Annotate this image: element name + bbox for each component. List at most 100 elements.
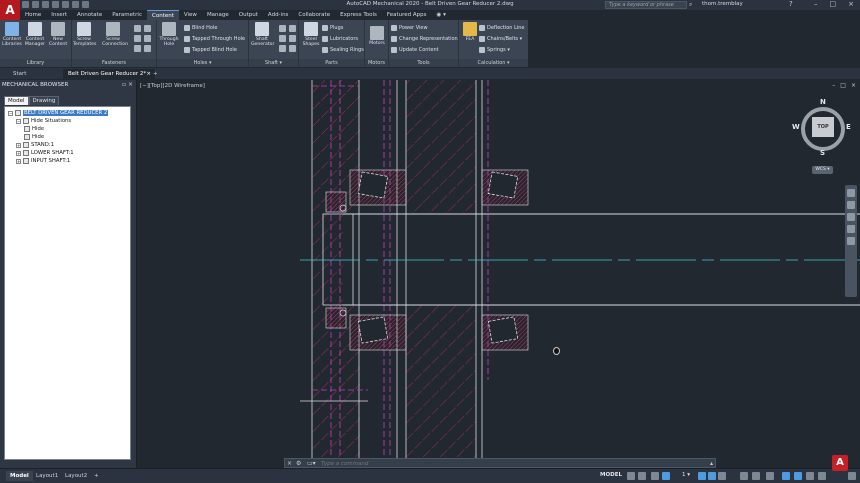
pin-icon[interactable] <box>144 35 151 42</box>
command-prompt-icon[interactable]: ▭▾ <box>307 460 316 468</box>
collapse-icon[interactable]: − <box>16 118 21 124</box>
grid-icon[interactable] <box>627 472 635 480</box>
tree-node[interactable]: Hide <box>24 125 44 133</box>
ribbon-tab-annotate[interactable]: Annotate <box>72 10 107 20</box>
tree-node[interactable]: Hide <box>24 133 44 141</box>
panel-title-fasteners[interactable]: Fasteners <box>72 59 156 67</box>
ribbon-tab-output[interactable]: Output <box>234 10 263 20</box>
stud-icon[interactable] <box>144 45 151 52</box>
polar-icon[interactable] <box>662 472 670 480</box>
shaft-tool-icon[interactable] <box>289 25 296 32</box>
expand-icon[interactable]: + <box>16 142 21 148</box>
sealing-rings-button[interactable]: Sealing Rings <box>322 45 364 55</box>
shaft-tool-icon[interactable] <box>279 35 286 42</box>
chains-belts-button[interactable]: Chains/Belts ▾ <box>479 34 522 44</box>
bolt-icon[interactable] <box>134 35 141 42</box>
restore-icon[interactable]: □ <box>840 82 846 89</box>
screw-connection-button[interactable]: Screw Connection <box>102 22 128 47</box>
customize-menu-icon[interactable] <box>848 472 856 480</box>
snap-icon[interactable] <box>638 472 646 480</box>
compass-east[interactable]: E <box>846 123 851 131</box>
minimize-icon[interactable]: – <box>814 0 818 8</box>
viewcube-top-face[interactable]: TOP <box>812 117 834 137</box>
tab-drawing[interactable]: Belt Driven Gear Reducer 2* × <box>63 69 155 79</box>
panel-title-holes[interactable]: Holes ▾ <box>157 59 248 67</box>
plugs-button[interactable]: Plugs <box>322 23 343 33</box>
steel-shapes-button[interactable]: Steel Shapes <box>300 22 322 47</box>
units-icon[interactable] <box>766 472 774 480</box>
shaft-tool-icon[interactable] <box>279 25 286 32</box>
ribbon-tab-home[interactable]: Home <box>20 10 46 20</box>
tree-node[interactable]: − BELT DRIVEN GEAR REDUCER 2 <box>8 109 109 117</box>
expand-icon[interactable]: + <box>16 158 21 164</box>
through-hole-button[interactable]: Through Hole <box>158 22 180 47</box>
update-content-button[interactable]: Update Content <box>391 45 439 55</box>
osnap-icon[interactable] <box>698 472 706 480</box>
pan-icon[interactable] <box>847 201 855 209</box>
ribbon-tab-featured-apps[interactable]: Featured Apps <box>382 10 432 20</box>
options-icon[interactable]: ▫ <box>122 81 126 88</box>
deflection-line-button[interactable]: Deflection Line <box>479 23 525 33</box>
viewcube[interactable]: TOP N S E W <box>792 98 851 160</box>
compass-north[interactable]: N <box>820 98 826 106</box>
command-input[interactable] <box>321 459 701 468</box>
ribbon-tab-content[interactable]: Content <box>147 10 179 20</box>
user-account[interactable]: thom.tremblay <box>702 1 743 7</box>
ribbon-tab-view[interactable]: View <box>179 10 202 20</box>
collapse-icon[interactable]: − <box>8 110 13 116</box>
shaft-tool-icon[interactable] <box>289 35 296 42</box>
add-tab-button[interactable]: + <box>148 69 163 79</box>
lineweight-icon[interactable] <box>718 472 726 480</box>
hardware-accel-icon[interactable] <box>794 472 802 480</box>
panel-title-library[interactable]: Library <box>0 59 71 67</box>
ribbon-tab-collaborate[interactable]: Collaborate <box>293 10 335 20</box>
ribbon-tab-express-tools[interactable]: Express Tools <box>335 10 382 20</box>
help-icon[interactable]: ? <box>789 0 793 8</box>
tree-node[interactable]: + INPUT SHAFT:1 <box>16 157 70 165</box>
close-icon[interactable]: × <box>848 0 854 8</box>
nut-icon[interactable] <box>134 25 141 32</box>
annotation-scale[interactable]: 1 ▾ <box>682 472 690 478</box>
steering-wheel-icon[interactable] <box>847 189 855 197</box>
ortho-icon[interactable] <box>651 472 659 480</box>
browser-tree[interactable]: − BELT DRIVEN GEAR REDUCER 2− Hide Situati… <box>4 106 131 460</box>
screw-templates-button[interactable]: Screw Templates <box>73 22 96 47</box>
tab-start[interactable]: Start <box>8 69 31 79</box>
minimize-icon[interactable]: – <box>832 82 835 89</box>
lubricators-button[interactable]: Lubricators <box>322 34 358 44</box>
blind-hole-button[interactable]: Blind Hole <box>184 23 217 33</box>
panel-title-tools[interactable]: Tools <box>389 59 458 67</box>
wcs-menu[interactable]: WCS ▾ <box>812 166 833 174</box>
chevron-up-icon[interactable]: ▴ <box>710 459 713 468</box>
search-input[interactable]: Type a keyword or phrase <box>605 1 687 9</box>
tree-node[interactable]: + LOWER SHAFT:1 <box>16 149 74 157</box>
add-layout-button[interactable]: + <box>90 471 103 481</box>
compass-south[interactable]: S <box>820 149 825 157</box>
panel-title-parts[interactable]: Parts <box>299 59 364 67</box>
motors-button[interactable]: Motors <box>366 26 388 46</box>
browser-tab-model[interactable]: Model <box>4 96 29 105</box>
model-space-toggle[interactable]: MODEL <box>600 472 622 478</box>
tapped-blind-hole-button[interactable]: Tapped Blind Hole <box>184 45 237 55</box>
power-view-button[interactable]: Power View <box>391 23 428 33</box>
ribbon-tab-parametric[interactable]: Parametric <box>107 10 147 20</box>
fea-button[interactable]: FEA <box>459 22 481 42</box>
orbit-icon[interactable] <box>847 225 855 233</box>
panel-title-calculation[interactable]: Calculation ▾ <box>459 59 528 67</box>
new-content-button[interactable]: New Content <box>47 22 69 47</box>
springs-button[interactable]: Springs ▾ <box>479 45 510 55</box>
tree-node[interactable]: − Hide Situations <box>16 117 71 125</box>
shaft-generator-button[interactable]: Shaft Generator <box>251 22 274 47</box>
washer-icon[interactable] <box>144 25 151 32</box>
layout-tab-layout2[interactable]: Layout2 <box>61 471 91 481</box>
clean-screen-icon[interactable] <box>806 472 814 480</box>
annotation-monitor-icon[interactable] <box>752 472 760 480</box>
zoom-icon[interactable] <box>847 213 855 221</box>
rivet-icon[interactable] <box>134 45 141 52</box>
showmotion-icon[interactable] <box>847 237 855 245</box>
layout-tab-layout1[interactable]: Layout1 <box>32 471 62 481</box>
change-representation-button[interactable]: Change Representation <box>391 34 458 44</box>
compass-west[interactable]: W <box>792 123 800 131</box>
expand-icon[interactable]: + <box>16 150 21 156</box>
close-icon[interactable]: × <box>287 459 292 468</box>
